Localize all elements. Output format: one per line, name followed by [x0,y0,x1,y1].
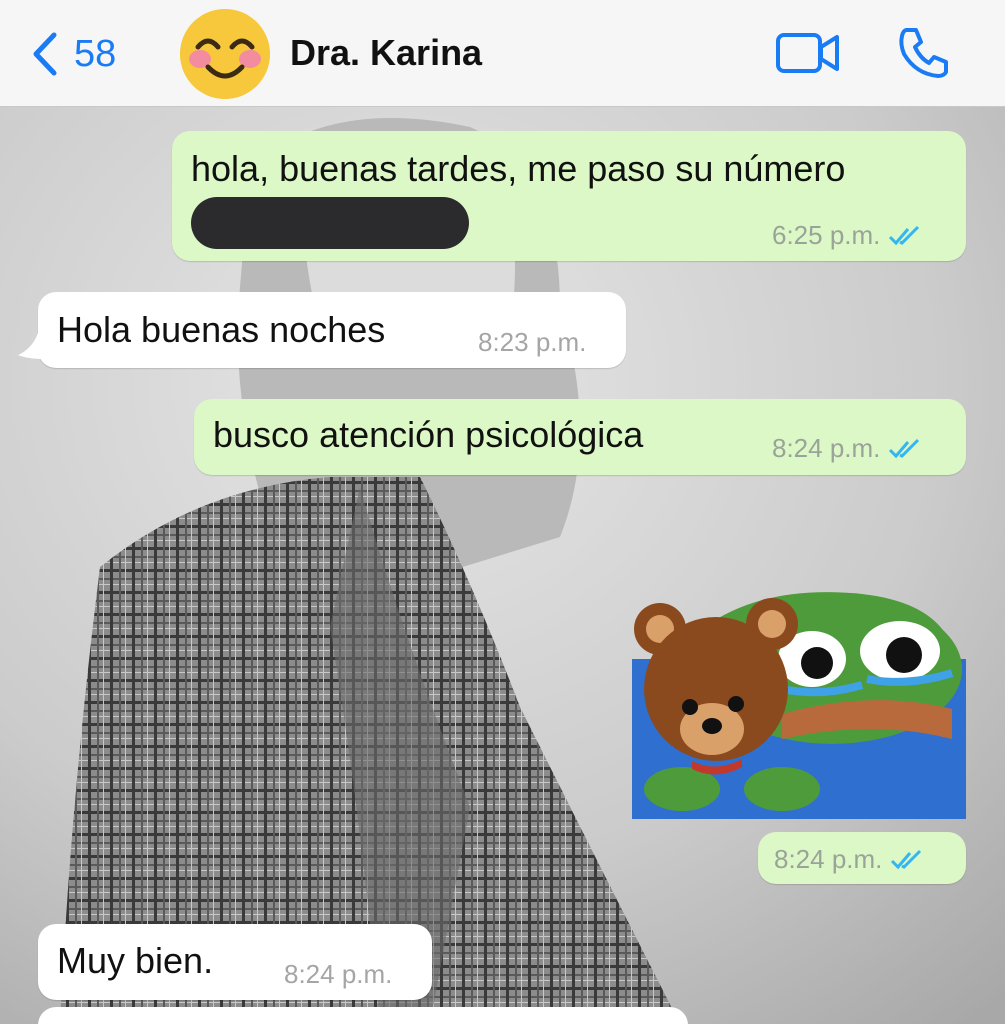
redacted-phone-number [191,197,469,249]
message-timestamp: 8:24 p.m. [772,433,924,464]
smiling-face-icon [180,9,270,99]
chat-area[interactable]: hola, buenas tardes, me paso su número 6… [0,107,1005,1024]
back-button[interactable]: 58 [30,30,116,78]
bubble-tail [18,333,44,359]
message-timestamp: 8:23 p.m. [478,327,586,358]
message-bubble-outgoing[interactable]: hola, buenas tardes, me paso su número 6… [172,131,966,261]
message-text: Hola buenas noches [57,309,386,350]
message-time: 8:23 p.m. [478,327,587,357]
message-text: hola, buenas tardes, me paso su número [191,148,846,189]
message-text: Muy bien. [57,940,214,981]
double-check-icon [889,438,920,458]
message-timestamp: 8:24 p.m. [774,844,926,875]
contact-name[interactable]: Dra. Karina [290,32,482,74]
video-call-button[interactable] [775,30,841,76]
message-timestamp: 8:24 p.m. [284,959,392,990]
message-time: 6:25 p.m. [772,220,881,250]
voice-call-button[interactable] [896,24,952,80]
message-bubble-incoming[interactable]: Hola buenas noches 8:23 p.m. [38,292,626,368]
double-check-icon [891,849,922,869]
double-check-icon [889,225,920,245]
message-bubble-incoming[interactable]: Muy bien. 8:24 p.m. [38,924,432,1000]
message-bubble-outgoing[interactable]: busco atención psicológica 8:24 p.m. [194,399,966,475]
message-bubble-incoming-partial[interactable] [38,1007,688,1024]
chevron-left-icon [33,32,57,76]
unread-count: 58 [74,32,117,75]
message-time: 8:24 p.m. [774,844,883,874]
message-timestamp: 6:25 p.m. [772,220,924,251]
message-bubble-outgoing[interactable]: 8:24 p.m. [758,832,966,884]
video-camera-icon [776,33,839,73]
message-time: 8:24 p.m. [772,433,881,463]
avatar[interactable] [180,9,270,99]
chat-header: 58 Dra. Karina [0,0,1005,107]
message-text: busco atención psicológica [213,414,644,455]
message-time: 8:24 p.m. [284,959,393,989]
sticker-image[interactable] [632,589,966,819]
phone-icon [899,28,948,78]
